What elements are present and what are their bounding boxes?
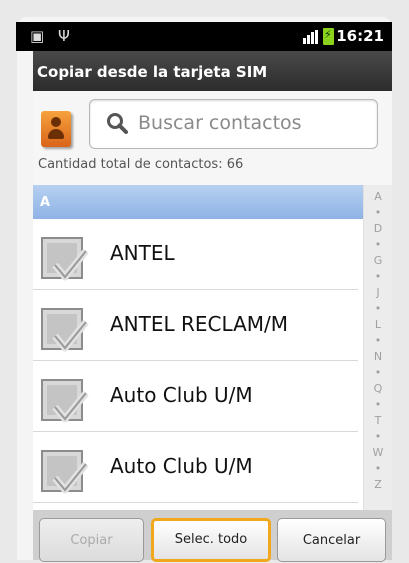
select-all-button[interactable]: Selec. todo [151,518,271,562]
contact-list[interactable]: A ANTEL ANTEL RECLAM/M Auto Club U/M Aut… [33,185,392,510]
list-item[interactable]: ANTEL RECLAM/M [33,290,358,361]
checkbox-icon[interactable] [39,235,89,285]
index-letter[interactable]: L [364,319,392,331]
index-dot: • [374,334,382,347]
index-dot: • [374,398,382,411]
search-input[interactable]: Buscar contactos [89,99,378,149]
section-header: A [33,185,392,219]
index-letter[interactable]: N [364,351,392,363]
search-icon [107,113,128,134]
checkbox-icon[interactable] [39,306,89,356]
cancel-button[interactable]: Cancelar [277,518,386,562]
index-letter[interactable]: J [364,287,392,299]
checkbox-icon[interactable] [39,377,89,427]
checkbox-icon[interactable] [39,448,89,498]
index-dot: • [374,238,382,251]
clock: 16:21 [336,27,384,45]
status-bar: ▣ Ψ 16:21 [16,22,392,51]
section-letter: A [40,195,51,210]
index-letter[interactable]: G [364,255,392,267]
index-letter[interactable]: W [364,447,392,459]
contact-name: ANTEL [110,241,175,265]
index-dot: • [374,270,382,283]
android-debug-icon: ▣ [30,27,45,45]
search-placeholder: Buscar contactos [138,112,302,134]
search-area: Buscar contactos Cantidad total de conta… [33,91,392,185]
index-dot: • [374,302,382,315]
contacts-book-icon [41,111,71,147]
usb-icon: Ψ [58,27,70,45]
title-bar: Copiar desde la tarjeta SIM [33,51,392,91]
bottom-bar: Copiar Selec. todo Cancelar [33,510,392,562]
contact-name: Auto Club U/M [110,454,253,478]
index-letter[interactable]: D [364,223,392,235]
page-title: Copiar desde la tarjeta SIM [37,63,268,81]
index-dot: • [374,366,382,379]
alphabet-index[interactable]: A • D • G • J • L • N • Q • T • W • Z [363,185,392,510]
signal-icon [303,30,319,44]
contact-name: Auto Club U/M [110,383,253,407]
battery-charging-icon [323,28,334,45]
index-letter[interactable]: T [364,415,392,427]
copy-button[interactable]: Copiar [39,518,144,562]
index-letter[interactable]: Z [364,479,392,491]
contact-name: ANTEL RECLAM/M [110,312,289,336]
list-item[interactable]: Auto Club U/M [33,432,358,503]
index-dot: • [374,430,382,443]
total-contacts-label: Cantidad total de contactos: 66 [38,157,244,172]
index-dot: • [374,462,382,475]
index-dot: • [374,206,382,219]
list-item[interactable]: Auto Club U/M [33,361,358,432]
list-item[interactable]: ANTEL [33,219,358,290]
index-letter[interactable]: A [364,191,392,203]
index-letter[interactable]: Q [364,383,392,395]
